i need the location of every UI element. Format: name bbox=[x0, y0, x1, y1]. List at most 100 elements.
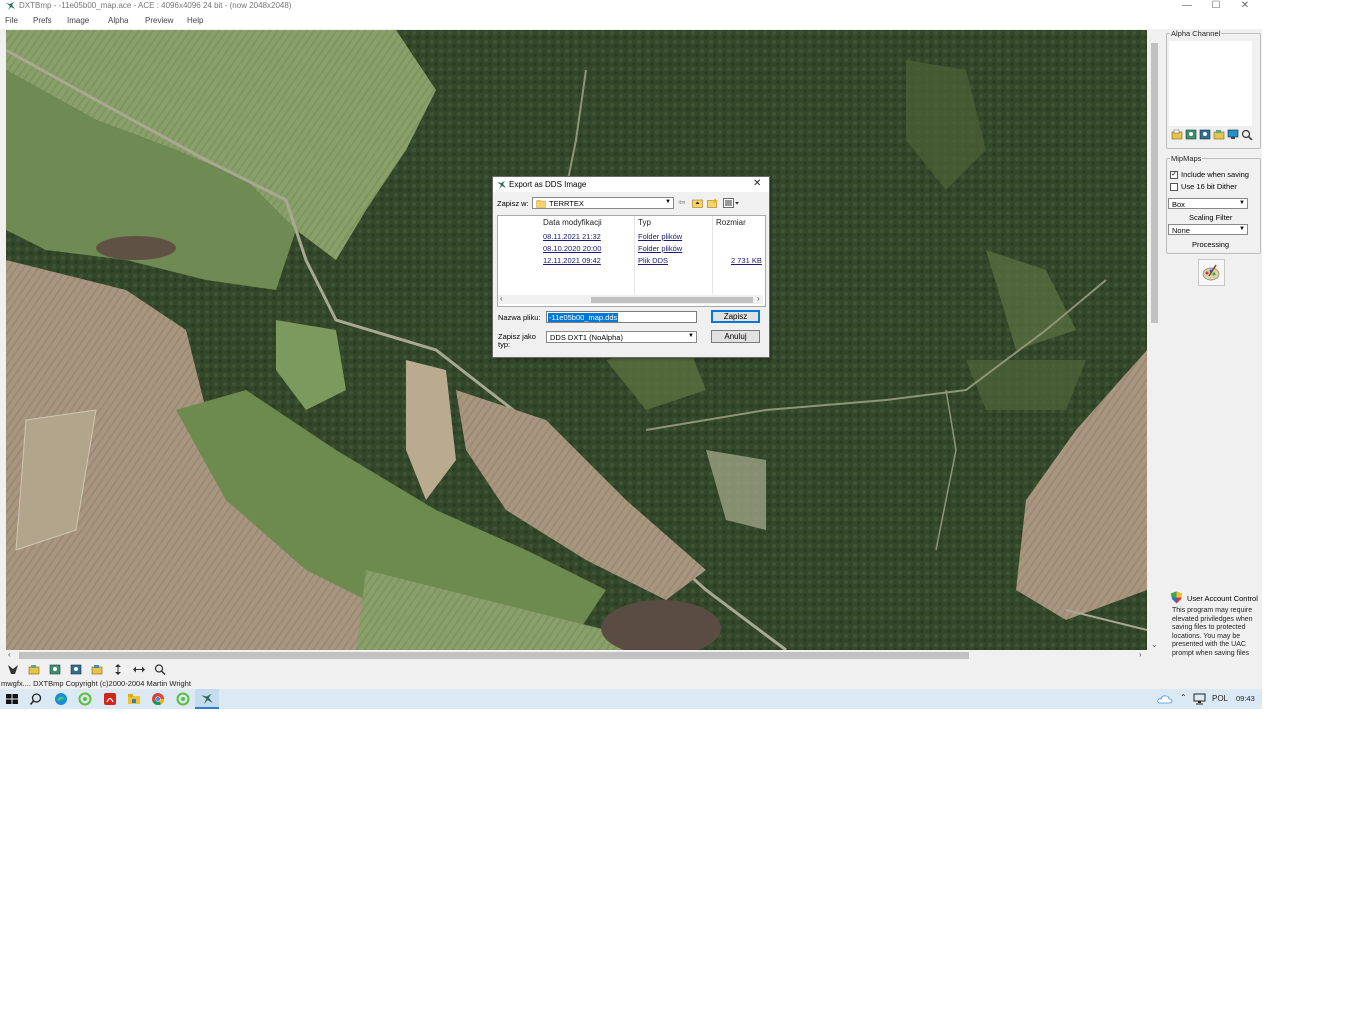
palette-brush-icon bbox=[1202, 264, 1220, 281]
include-when-saving-checkbox[interactable]: ✓ bbox=[1170, 171, 1178, 179]
flip-horizontal-icon[interactable] bbox=[133, 664, 145, 675]
close-button[interactable]: ✕ bbox=[1231, 0, 1259, 12]
alpha-toolbar bbox=[1171, 129, 1253, 141]
horizontal-scroll-thumb[interactable] bbox=[19, 652, 969, 659]
scroll-down-arrow-icon[interactable]: ⌄ bbox=[1151, 640, 1158, 649]
save-as-type-select[interactable]: DDS DXT1 (NoAlpha) ▼ bbox=[546, 331, 697, 343]
up-folder-icon[interactable] bbox=[692, 198, 703, 208]
file-size: 2 731 KB bbox=[731, 256, 762, 265]
edge-browser-icon[interactable] bbox=[54, 692, 68, 706]
new-folder-icon[interactable] bbox=[707, 198, 718, 208]
window-titlebar: DXTBmp - -11e05b00_map.ace - ACE : 4096x… bbox=[0, 0, 1262, 12]
scaling-filter-select[interactable]: Box ▼ bbox=[1168, 198, 1248, 209]
minimize-button[interactable]: — bbox=[1173, 0, 1201, 12]
vertical-scrollbar[interactable]: ⌄ bbox=[1148, 30, 1161, 650]
dxtbmp-app-icon bbox=[497, 181, 506, 189]
import-image-icon[interactable] bbox=[49, 664, 61, 675]
file-list-scroll-thumb[interactable] bbox=[591, 297, 753, 303]
file-list[interactable]: Data modyfikacji Typ Rozmiar 08.11.2021 … bbox=[497, 215, 766, 307]
dialog-title: Export as DDS Image bbox=[509, 180, 587, 189]
export-dds-dialog: Export as DDS Image ✕ Zapisz w: TERRTEX … bbox=[492, 176, 770, 358]
menu-preview[interactable]: Preview bbox=[145, 16, 173, 25]
windows-taskbar: ⌃ POL 09:43 bbox=[0, 689, 1262, 709]
chevron-down-icon: ▼ bbox=[665, 199, 671, 205]
scaling-filter-value: Box bbox=[1172, 200, 1185, 209]
file-list-hscrollbar[interactable]: ‹ › bbox=[498, 294, 763, 304]
taskbar-clock[interactable]: 09:43 bbox=[1236, 694, 1255, 703]
dxtbmp-app-icon bbox=[6, 2, 15, 10]
horizontal-scrollbar[interactable]: ‹ › bbox=[6, 650, 1147, 661]
new-file-icon[interactable] bbox=[7, 664, 19, 675]
menu-file[interactable]: File bbox=[5, 16, 18, 25]
scroll-left-arrow-icon[interactable]: ‹ bbox=[500, 294, 503, 303]
use-16bit-dither-label: Use 16 bit Dither bbox=[1181, 182, 1237, 191]
chrome-icon[interactable] bbox=[151, 692, 165, 706]
menu-help[interactable]: Help bbox=[187, 16, 203, 25]
maximize-button[interactable]: ☐ bbox=[1202, 0, 1230, 12]
pdf-reader-icon[interactable] bbox=[103, 692, 117, 706]
chevron-down-icon: ▼ bbox=[1239, 226, 1245, 232]
scroll-right-arrow-icon[interactable]: › bbox=[757, 294, 760, 303]
file-type: Folder plików bbox=[638, 232, 683, 241]
file-row[interactable]: 08.10.2020 20:00 Folder plików bbox=[498, 243, 763, 254]
filename-input[interactable]: -11e05b00_map.dds bbox=[546, 311, 697, 323]
network-monitor-icon[interactable] bbox=[1193, 693, 1207, 705]
monitor-preview-icon[interactable] bbox=[1227, 129, 1239, 140]
process-button[interactable] bbox=[1198, 259, 1225, 286]
export-image-icon[interactable] bbox=[70, 664, 82, 675]
import-image-icon[interactable] bbox=[1185, 129, 1197, 140]
windows-start-icon[interactable] bbox=[5, 692, 19, 706]
file-type: Plik DDS bbox=[638, 256, 669, 265]
status-bar: mwgfx.... DXTBmp Copyright (c)2000-2004 … bbox=[0, 679, 1262, 689]
processing-select[interactable]: None ▼ bbox=[1168, 224, 1248, 235]
file-explorer-icon[interactable] bbox=[127, 692, 141, 706]
tray-expand-chevron-icon[interactable]: ⌃ bbox=[1180, 693, 1187, 702]
column-header-date[interactable]: Data modyfikacji bbox=[543, 218, 602, 227]
green-app-icon[interactable] bbox=[78, 692, 92, 706]
scroll-right-arrow-icon[interactable]: › bbox=[1139, 650, 1142, 659]
taskbar-dxtbmp-button[interactable] bbox=[195, 689, 219, 709]
file-row[interactable]: 12.11.2021 09:42 Plik DDS 2 731 KB bbox=[498, 255, 763, 266]
processing-label: Processing bbox=[1192, 240, 1230, 249]
magnifier-icon[interactable] bbox=[154, 664, 166, 675]
scroll-left-arrow-icon[interactable]: ‹ bbox=[8, 650, 11, 659]
chevron-down-icon: ▼ bbox=[688, 333, 694, 339]
uac-title: User Account Control bbox=[1187, 594, 1258, 603]
alpha-channel-preview bbox=[1169, 41, 1252, 126]
save-folder-icon[interactable] bbox=[91, 664, 103, 675]
menu-alpha[interactable]: Alpha bbox=[108, 16, 128, 25]
menu-image[interactable]: Image bbox=[67, 16, 89, 25]
include-when-saving-label: Include when saving bbox=[1181, 170, 1249, 179]
input-language-indicator[interactable]: POL bbox=[1212, 694, 1228, 703]
cancel-button[interactable]: Anuluj bbox=[711, 330, 760, 343]
mipmaps-label: MipMaps bbox=[1171, 154, 1202, 163]
onedrive-cloud-icon[interactable] bbox=[1157, 693, 1173, 705]
save-alpha-icon[interactable] bbox=[1213, 129, 1225, 140]
column-header-type[interactable]: Typ bbox=[638, 218, 651, 227]
save-as-type-value: DDS DXT1 (NoAlpha) bbox=[550, 333, 623, 342]
magnifier-icon[interactable] bbox=[1241, 129, 1253, 140]
view-menu-icon[interactable] bbox=[723, 198, 741, 208]
alpha-channel-label: Alpha Channel bbox=[1171, 29, 1221, 38]
flip-vertical-icon[interactable] bbox=[112, 664, 124, 675]
dialog-titlebar: Export as DDS Image ✕ bbox=[493, 177, 769, 192]
open-folder-icon[interactable] bbox=[1171, 129, 1183, 140]
column-header-size[interactable]: Rozmiar bbox=[716, 218, 746, 227]
save-in-label: Zapisz w: bbox=[497, 199, 529, 208]
main-toolbar bbox=[0, 661, 1262, 679]
vertical-scroll-thumb[interactable] bbox=[1151, 43, 1158, 323]
back-arrow-icon[interactable]: ⇦ bbox=[678, 197, 686, 208]
use-16bit-dither-checkbox[interactable] bbox=[1170, 183, 1178, 191]
uac-description: This program may require elevated privil… bbox=[1172, 607, 1253, 657]
save-button[interactable]: Zapisz bbox=[711, 310, 760, 323]
menu-prefs[interactable]: Prefs bbox=[33, 16, 52, 25]
file-row[interactable]: 08.11.2021 21:32 Folder plików bbox=[498, 231, 763, 242]
folder-icon bbox=[536, 200, 546, 208]
search-icon[interactable] bbox=[29, 692, 43, 706]
processing-value: None bbox=[1172, 226, 1190, 235]
open-folder-icon[interactable] bbox=[28, 664, 40, 675]
dialog-close-button[interactable]: ✕ bbox=[753, 178, 761, 189]
save-in-select[interactable]: TERRTEX ▼ bbox=[532, 197, 674, 209]
export-image-icon[interactable] bbox=[1199, 129, 1211, 140]
green-app-icon[interactable] bbox=[176, 692, 190, 706]
